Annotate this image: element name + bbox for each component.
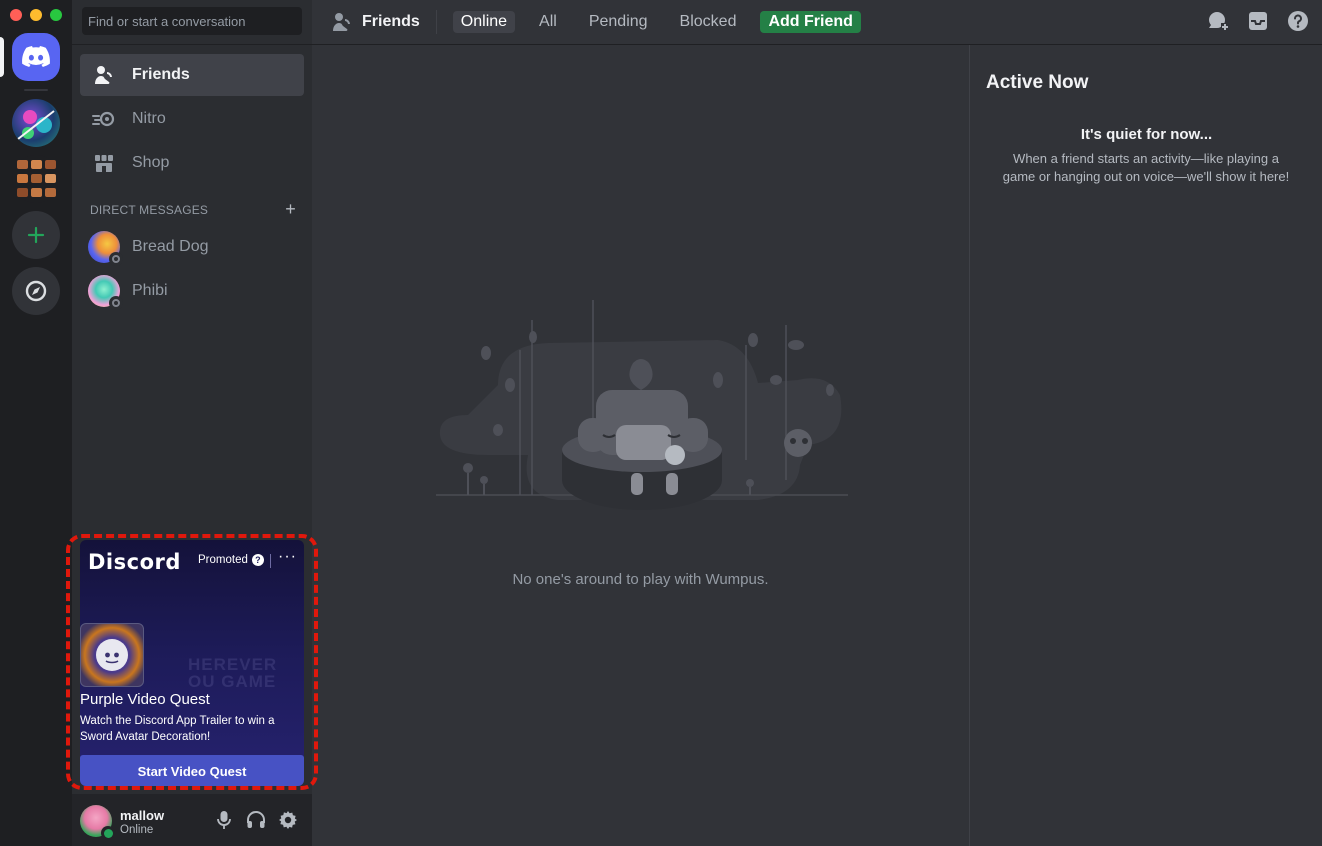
online-status-icon [101, 826, 115, 840]
user-status: Online [120, 824, 154, 836]
server-rail [0, 0, 72, 846]
server-art-icon [17, 160, 56, 197]
background-art: HEREVER OU GAME [188, 655, 278, 691]
empty-state-message: No one's around to play with Wumpus. [512, 571, 769, 588]
nav-item-label: Friends [132, 66, 190, 83]
help-icon[interactable] [1286, 9, 1310, 33]
discord-wordmark: Discord [88, 550, 181, 574]
settings-gear-icon[interactable] [277, 809, 299, 831]
selected-indicator [0, 37, 4, 77]
nav-item-label: Nitro [132, 110, 166, 127]
promoted-text: Promoted [198, 554, 248, 566]
nav-item-nitro[interactable]: Nitro [80, 98, 304, 140]
discord-logo-icon [22, 46, 50, 67]
friends-list-area: No one's around to play with Wumpus. [312, 45, 969, 846]
avatar [88, 231, 123, 266]
help-icon[interactable]: ? [251, 554, 264, 566]
promoted-label[interactable]: Promoted ? [198, 554, 264, 566]
page-title: Friends [330, 10, 420, 34]
inbox-icon[interactable] [1246, 9, 1270, 33]
dm-header-label: DIRECT MESSAGES [90, 203, 209, 217]
divider [72, 44, 312, 45]
tab-online[interactable]: Online [452, 11, 516, 33]
dm-name: Bread Dog [132, 238, 209, 255]
compass-icon [25, 280, 47, 302]
quest-promo-card: Discord Promoted ? ··· HEREVER OU GAME Pu… [80, 540, 304, 786]
friends-icon [92, 63, 116, 87]
server-art-icon [17, 110, 55, 140]
wumpus-sleeping-illustration [436, 300, 848, 510]
username: mallow [120, 808, 165, 823]
minimize-window-button[interactable] [30, 9, 42, 21]
tab-pending[interactable]: Pending [581, 11, 656, 33]
window-controls [10, 9, 62, 21]
avatar [88, 275, 123, 310]
offline-status-icon [109, 252, 123, 266]
tab-all[interactable]: All [531, 11, 565, 33]
shop-icon [92, 151, 116, 175]
active-now-empty-title: It's quiet for now... [1080, 126, 1213, 143]
add-friend-button[interactable]: Add Friend [760, 11, 861, 33]
quest-title: Purple Video Quest [80, 691, 210, 708]
close-window-button[interactable] [10, 9, 22, 21]
explore-servers-button[interactable] [12, 267, 60, 315]
page-title-text: Friends [362, 13, 420, 30]
server-icon-2[interactable] [12, 155, 60, 203]
microphone-icon[interactable] [213, 809, 235, 831]
nitro-icon [92, 107, 116, 131]
active-now-panel: Active Now It's quiet for now... When a … [969, 45, 1322, 846]
tab-blocked[interactable]: Blocked [672, 11, 745, 33]
friends-header-bar: Friends Online All Pending Blocked Add F… [312, 0, 1322, 45]
nav-item-friends[interactable]: Friends [80, 54, 304, 96]
nav-item-shop[interactable]: Shop [80, 142, 304, 184]
active-now-empty-description: When a friend starts an activity—like pl… [1002, 151, 1290, 184]
dm-item-bread-dog[interactable]: Bread Dog [80, 226, 304, 268]
quest-description: Watch the Discord App Trailer to win a S… [80, 715, 275, 743]
start-video-quest-button[interactable]: Start Video Quest [80, 755, 304, 786]
divider [270, 554, 271, 568]
zoom-window-button[interactable] [50, 9, 62, 21]
discord-app: Find or start a conversation Friends Nit… [0, 0, 1322, 846]
server-icon-1[interactable] [12, 99, 60, 147]
direct-messages-header: DIRECT MESSAGES + [90, 200, 296, 218]
header-toolbar [1206, 9, 1322, 33]
plus-icon [27, 226, 45, 244]
divider [435, 10, 437, 34]
user-panel: mallow Online [72, 794, 312, 846]
create-dm-plus-icon[interactable]: + [285, 200, 296, 218]
quest-reward-thumbnail [80, 623, 144, 687]
friends-icon [330, 10, 354, 34]
active-now-title: Active Now [986, 72, 1089, 93]
channel-sidebar: Find or start a conversation Friends Nit… [72, 0, 312, 846]
conversation-search-input[interactable]: Find or start a conversation [82, 7, 302, 35]
nav-item-label: Shop [132, 154, 170, 171]
dm-item-phibi[interactable]: Phibi [80, 270, 304, 312]
avatar[interactable] [80, 805, 115, 840]
add-server-button[interactable] [12, 211, 60, 259]
home-button[interactable] [12, 33, 60, 81]
offline-status-icon [109, 296, 123, 310]
discord-logo-icon [96, 639, 128, 671]
new-group-dm-icon[interactable] [1206, 9, 1230, 33]
headphones-icon[interactable] [245, 809, 267, 831]
rail-separator [24, 89, 48, 91]
more-options-icon[interactable]: ··· [278, 548, 297, 566]
dm-name: Phibi [132, 282, 168, 299]
